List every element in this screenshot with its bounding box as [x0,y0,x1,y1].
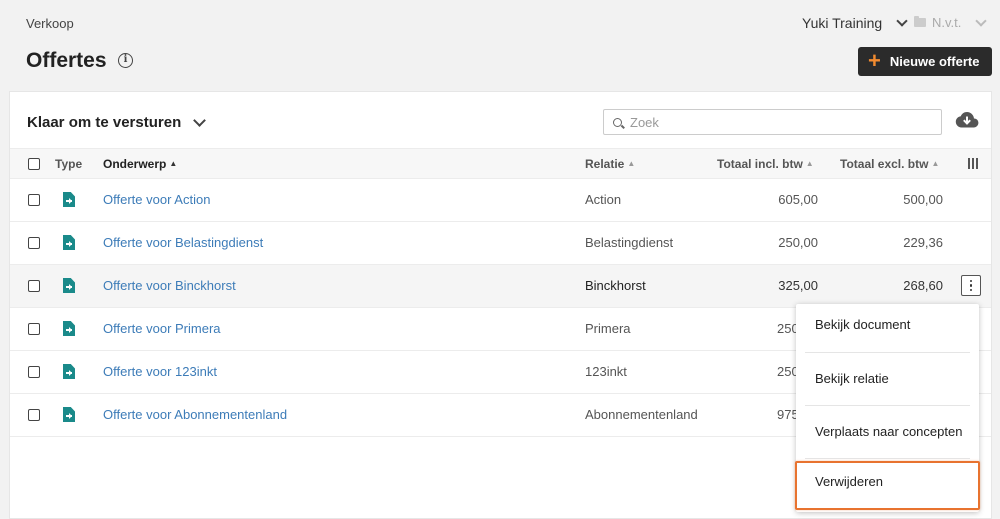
columns-icon[interactable] [968,158,978,169]
column-relation-label: Relatie [585,157,625,171]
column-total-incl-label: Totaal incl. btw [717,157,803,171]
menu-item-delete[interactable]: Verwijderen [795,461,980,510]
search-icon [613,117,622,127]
document-icon [63,278,75,293]
menu-divider [805,458,970,459]
cloud-download-icon[interactable] [955,111,979,129]
menu-divider [805,352,970,353]
column-subject-label: Onderwerp [103,157,167,171]
chevron-down-icon [975,14,988,27]
new-quote-button[interactable]: + Nieuwe offerte [858,47,992,76]
row-total-excl: 500,00 [903,192,943,207]
row-checkbox[interactable] [28,409,40,421]
organisation-select[interactable]: Yuki Training [802,15,908,31]
table-header: Type Onderwerp ▲ Relatie ▲︎ Totaal incl.… [10,148,991,179]
row-subject-link[interactable]: Offerte voor Abonnementenland [103,407,287,422]
table-row[interactable]: Offerte voor Action Action 605,00 500,00 [10,179,991,222]
document-icon [63,235,75,250]
page-title: Offertes [26,49,107,72]
row-checkbox[interactable] [28,237,40,249]
new-quote-label: Nieuwe offerte [889,54,980,69]
column-total-incl[interactable]: Totaal incl. btw ▲ [717,157,814,171]
sort-icon: ▲ [931,159,940,168]
menu-item-view-relation[interactable]: Bekijk relatie [796,358,979,411]
menu-divider [805,405,970,406]
row-subject-link[interactable]: Offerte voor Binckhorst [103,278,236,293]
row-relation: Action [585,192,622,207]
top-bar: Verkoop Yuki Training N.v.t. [0,0,1000,46]
breadcrumb[interactable]: Verkoop [26,16,74,31]
column-total-excl[interactable]: Totaal excl. btw ▲ [840,157,939,171]
column-type: Type [55,157,83,171]
row-total-incl: 605,00 [778,192,818,207]
document-icon [63,321,75,336]
row-total-excl: 229,36 [903,235,943,250]
folder-icon [914,16,926,27]
row-checkbox[interactable] [28,280,40,292]
sort-icon: ▲ [169,159,178,168]
search-box[interactable] [603,109,942,135]
row-relation: Belastingdienst [585,235,674,250]
table-row[interactable]: Offerte voor Belastingdienst Belastingdi… [10,222,991,265]
row-relation: Abonnementenland [585,407,698,422]
column-subject[interactable]: Onderwerp ▲ [103,157,177,171]
menu-item-view-document[interactable]: Bekijk document [796,304,979,357]
select-all-checkbox[interactable] [28,158,40,170]
row-actions-menu: Bekijk document Bekijk relatie Verplaats… [795,304,980,512]
organisation-label: Yuki Training [802,15,883,31]
menu-item-move-to-drafts[interactable]: Verplaats naar concepten [796,411,979,464]
row-checkbox[interactable] [28,366,40,378]
row-subject-link[interactable]: Offerte voor Action [103,192,210,207]
chevron-down-icon [193,114,207,127]
column-relation[interactable]: Relatie ▲︎ [585,157,635,171]
administration-label: N.v.t. [932,15,962,30]
info-icon[interactable]: i [118,53,133,68]
chevron-down-icon [896,15,908,27]
row-relation: Primera [585,321,631,336]
document-icon [63,192,75,207]
table-row[interactable]: Offerte voor Binckhorst Binckhorst 325,0… [10,265,991,308]
row-subject-link[interactable]: Offerte voor Belastingdienst [103,235,263,250]
plus-icon: + [868,47,881,73]
row-relation: Binckhorst [585,278,646,293]
list-filter-dropdown[interactable]: Klaar om te versturen [27,114,207,131]
row-subject-link[interactable]: Offerte voor 123inkt [103,364,217,379]
list-filter-label: Klaar om te versturen [27,114,182,131]
more-vertical-icon[interactable] [961,275,981,296]
row-relation: 123inkt [585,364,627,379]
document-icon [63,364,75,379]
row-total-incl: 250,00 [778,235,818,250]
row-checkbox[interactable] [28,323,40,335]
row-total-incl: 325,00 [778,278,818,293]
row-total-excl: 268,60 [903,278,943,293]
document-icon [63,407,75,422]
row-checkbox[interactable] [28,194,40,206]
sort-icon: ▲︎ [627,159,636,168]
row-subject-link[interactable]: Offerte voor Primera [103,321,221,336]
column-total-excl-label: Totaal excl. btw [840,157,929,171]
sort-icon: ▲ [805,159,814,168]
administration-select[interactable]: N.v.t. [914,14,988,30]
search-input[interactable] [630,114,930,130]
